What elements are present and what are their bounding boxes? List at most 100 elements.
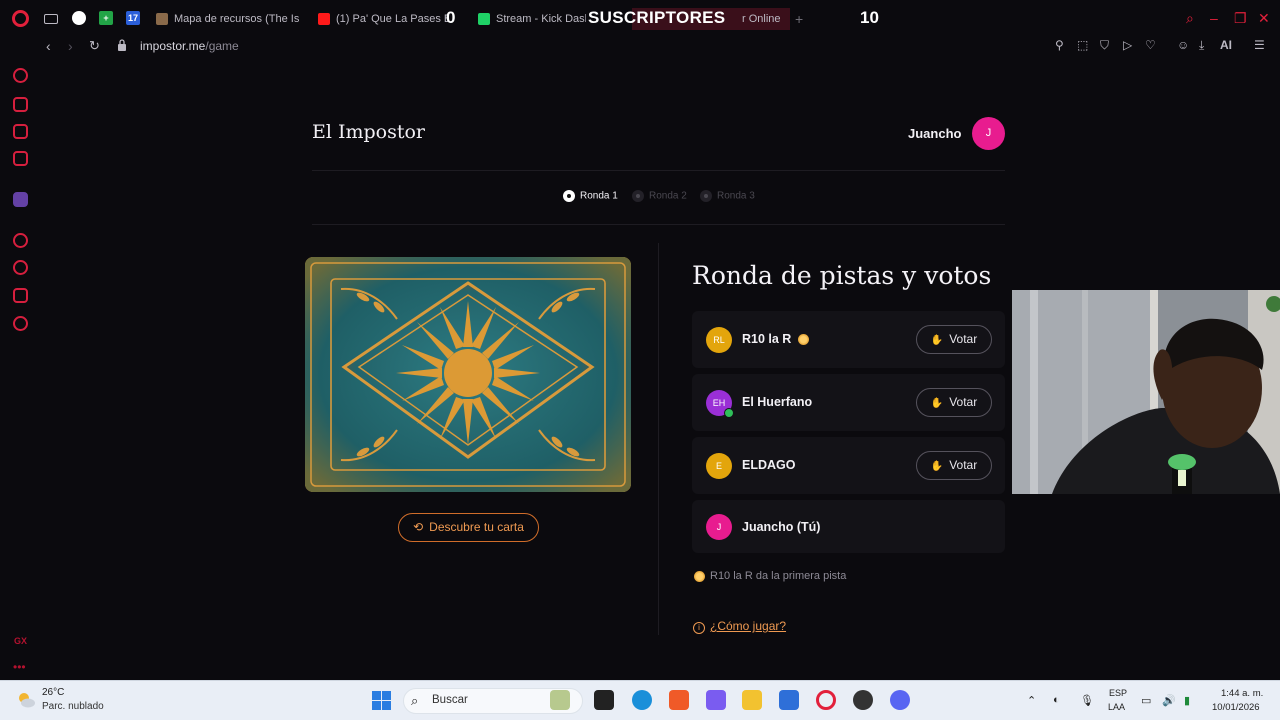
lock-icon [118, 39, 126, 51]
shopping-icon[interactable] [13, 97, 28, 112]
new-tab-button[interactable]: + [795, 8, 807, 30]
opera-menu-icon[interactable] [12, 10, 29, 27]
twitch-icon[interactable] [13, 192, 28, 207]
webcam-image [1012, 290, 1280, 494]
overlay-left-count: 0 [446, 8, 456, 27]
address-bar[interactable]: impostor.me/game [140, 39, 239, 53]
workspaces-icon[interactable] [44, 14, 58, 24]
column-divider [658, 243, 659, 635]
how-to-play-label: ¿Cómo jugar? [710, 619, 787, 633]
language-line2[interactable]: LAA [1108, 702, 1125, 712]
more-icon[interactable]: ••• [13, 660, 26, 674]
volume-icon[interactable]: 🔊 [1162, 694, 1176, 707]
vote-button[interactable]: ✋ Votar [916, 388, 992, 417]
pin-icon[interactable]: ⚲ [1055, 38, 1064, 52]
weather-cloud-sun-icon[interactable] [16, 690, 36, 710]
overlay-subscribers-label: SUSCRIPTORES [588, 8, 726, 27]
clock-date[interactable]: 10/01/2026 [1212, 702, 1260, 713]
discord-icon[interactable] [890, 690, 910, 710]
history-icon[interactable] [13, 260, 28, 275]
avatar: J [706, 514, 732, 540]
tab-icon-17track[interactable]: 17 [126, 11, 140, 25]
heart-icon[interactable]: ♡ [1145, 38, 1156, 52]
back-icon[interactable]: ‹ [46, 38, 51, 54]
vote-button[interactable]: ✋ Votar [916, 325, 992, 354]
avatar[interactable]: J [972, 117, 1005, 150]
minimize-icon[interactable]: – [1210, 10, 1218, 26]
how-to-play-link[interactable]: i ¿Cómo jugar? [693, 619, 786, 634]
vote-button[interactable]: ✋ Votar [916, 451, 992, 480]
battery-icon[interactable]: ▮ [1184, 694, 1190, 707]
search-placeholder: Buscar [432, 694, 468, 706]
tab-label: Mapa de recursos (The Isl [174, 13, 300, 25]
settings-icon[interactable] [13, 316, 28, 331]
round-dot-icon [632, 190, 644, 202]
account-icon[interactable]: ☺ [1177, 38, 1189, 52]
tab-label: r Online [742, 13, 781, 25]
maximize-icon[interactable]: ❐ [1234, 10, 1247, 27]
player-name: ELDAGO [742, 458, 796, 472]
snapshot-icon[interactable]: ⬚ [1077, 38, 1088, 52]
round-dot-icon [563, 190, 575, 202]
edge-icon[interactable] [632, 690, 652, 710]
youtube-icon [318, 13, 330, 26]
weather-temp: 26°C [42, 687, 65, 698]
list-item: RL R10 la R ✋ Votar [692, 311, 1005, 368]
vote-label: Votar [949, 458, 978, 472]
tray-monitor-icon[interactable]: ▭ [1141, 694, 1151, 707]
player-icon[interactable] [13, 233, 28, 248]
forward-icon[interactable]: › [68, 38, 73, 54]
hand-icon: ✋ [930, 335, 944, 346]
tab-mapa-recursos[interactable]: Mapa de recursos (The Isl [156, 8, 300, 30]
easy-setup-icon[interactable]: ☰ [1254, 38, 1265, 52]
windows-start-icon[interactable] [372, 691, 391, 710]
tab-icon-plus-app[interactable]: + [99, 11, 113, 25]
reload-icon[interactable]: ↻ [89, 38, 100, 54]
avatar: E [706, 453, 732, 479]
tab-icon-circle[interactable] [72, 11, 86, 25]
card-back[interactable] [305, 257, 631, 492]
download-icon[interactable]: ⤓ [1199, 38, 1204, 53]
speed-dial-icon[interactable] [13, 68, 28, 83]
webcam-overlay [1012, 290, 1280, 494]
messenger-icon[interactable] [13, 151, 28, 166]
play-icon[interactable]: ▷ [1123, 38, 1132, 52]
kick-icon [478, 13, 490, 26]
round-label: Ronda 3 [717, 190, 755, 202]
section-title: Ronda de pistas y votos [692, 261, 992, 290]
tab-strip: + 17 Mapa de recursos (The Isl (1) Pa' Q… [0, 0, 1280, 36]
tray-chevron-up-icon[interactable]: ⌃ [1027, 694, 1036, 707]
sun-card-illustration [305, 257, 631, 492]
vote-label: Votar [949, 332, 978, 346]
brave-icon[interactable] [669, 690, 689, 710]
round-indicator-1: Ronda 1 [563, 190, 618, 202]
user-name: Juancho [908, 126, 962, 141]
tab-label: (1) Pa' Que La Pases Bi [336, 13, 448, 25]
ai-button[interactable]: AI [1220, 38, 1232, 52]
wallpaper-icon[interactable] [13, 124, 28, 139]
opera-gx-taskbar-icon[interactable] [816, 690, 836, 710]
search-icon: ⌕ [411, 693, 419, 708]
info-icon: i [693, 622, 705, 634]
search-highlight-icon[interactable] [550, 690, 570, 710]
reveal-card-button[interactable]: ⟲ Descubre tu carta [398, 513, 539, 542]
url-domain: impostor.me [140, 39, 206, 53]
copilot-icon[interactable] [706, 690, 726, 710]
shield-icon[interactable]: ⛉ [1100, 38, 1109, 53]
close-icon[interactable]: ✕ [1258, 10, 1270, 27]
microphone-icon[interactable]: 🎙 [1080, 694, 1094, 707]
clock-time[interactable]: 1:44 a. m. [1221, 688, 1263, 699]
tray-app-icon[interactable]: ◐ [1053, 694, 1060, 706]
obs-icon[interactable] [853, 690, 873, 710]
hand-icon: ✋ [930, 461, 944, 472]
outlook-icon[interactable] [779, 690, 799, 710]
task-view-icon[interactable] [594, 690, 614, 710]
file-explorer-icon[interactable] [742, 690, 762, 710]
round-label: Ronda 1 [580, 190, 618, 202]
language-line1[interactable]: ESP [1109, 688, 1127, 698]
tab-youtube[interactable]: (1) Pa' Que La Pases Bi [318, 8, 448, 30]
round-indicator-2: Ronda 2 [632, 190, 687, 202]
extensions-icon[interactable] [13, 288, 28, 303]
search-tabs-icon[interactable]: ⌕ [1186, 10, 1194, 27]
tab-kick[interactable]: Stream - Kick Dash [478, 8, 586, 30]
